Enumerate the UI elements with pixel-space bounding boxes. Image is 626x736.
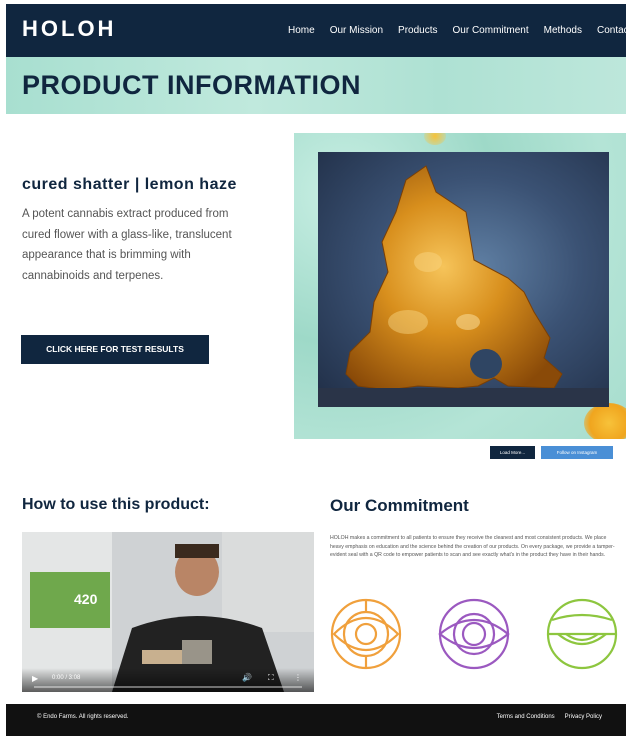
- target-eye-icon: [330, 598, 402, 670]
- how-to-use-heading: How to use this product:: [22, 496, 210, 513]
- gallery-buttons: Load More... Follow on Instagram: [490, 446, 613, 459]
- holoh-logo[interactable]: HOLOH: [22, 17, 116, 41]
- globe-eye-icon: [546, 598, 618, 670]
- product-description: A potent cannabis extract produced from …: [22, 208, 232, 282]
- video-controls: ▶ 0:00 / 3:08 🔊 ⛶ ⋮: [22, 668, 314, 692]
- privacy-policy-link[interactable]: Privacy Policy: [565, 714, 602, 720]
- svg-text:420: 420: [74, 591, 98, 607]
- nav-item-our-commitment[interactable]: Our Commitment: [453, 24, 529, 38]
- video-progress-track[interactable]: [34, 686, 302, 688]
- terms-link[interactable]: Terms and Conditions: [497, 714, 555, 720]
- play-icon[interactable]: ▶: [32, 674, 38, 683]
- test-results-button[interactable]: CLICK HERE FOR TEST RESULTS: [21, 335, 209, 364]
- page-banner: PRODUCT INFORMATION: [6, 57, 626, 114]
- nav-item-methods[interactable]: Methods: [544, 24, 582, 38]
- nav-menu: Home Our Mission Products Our Commitment…: [288, 24, 626, 38]
- how-to-video-player[interactable]: 420 ▶ 0:00 / 3:08 🔊 ⛶ ⋮: [22, 532, 314, 692]
- footer-copyright: © Endo Farms. All rights reserved.: [37, 714, 129, 720]
- footer-links: Terms and Conditions Privacy Policy: [497, 714, 602, 720]
- page-footer: © Endo Farms. All rights reserved. Terms…: [6, 704, 626, 736]
- product-title: cured shatter | lemon haze: [22, 176, 237, 193]
- fullscreen-icon[interactable]: ⛶: [268, 673, 274, 683]
- nav-item-products[interactable]: Products: [398, 24, 437, 38]
- commitment-icons: [328, 596, 626, 676]
- follow-instagram-button[interactable]: Follow on Instagram: [541, 446, 613, 459]
- yellow-flower-decoration: [424, 133, 446, 145]
- volume-icon[interactable]: 🔊: [242, 673, 252, 682]
- page-title: PRODUCT INFORMATION: [22, 70, 361, 100]
- eye-rings-icon: [438, 598, 510, 670]
- more-options-icon[interactable]: ⋮: [294, 673, 302, 682]
- shatter-image: [318, 165, 609, 407]
- top-navigation-bar: HOLOH Home Our Mission Products Our Comm…: [6, 4, 626, 57]
- product-photo[interactable]: [318, 152, 609, 407]
- commitment-text: HOLOH makes a commitment to all patients…: [330, 535, 615, 558]
- nav-item-home[interactable]: Home: [288, 24, 315, 38]
- product-photo-frame: [294, 133, 626, 439]
- video-time: 0:00 / 3:08: [52, 675, 81, 681]
- nav-item-contact[interactable]: Contac: [597, 24, 626, 38]
- yellow-flower-decoration: [584, 403, 626, 439]
- commitment-heading: Our Commitment: [330, 496, 469, 515]
- load-more-button[interactable]: Load More...: [490, 446, 535, 459]
- nav-item-our-mission[interactable]: Our Mission: [330, 24, 383, 38]
